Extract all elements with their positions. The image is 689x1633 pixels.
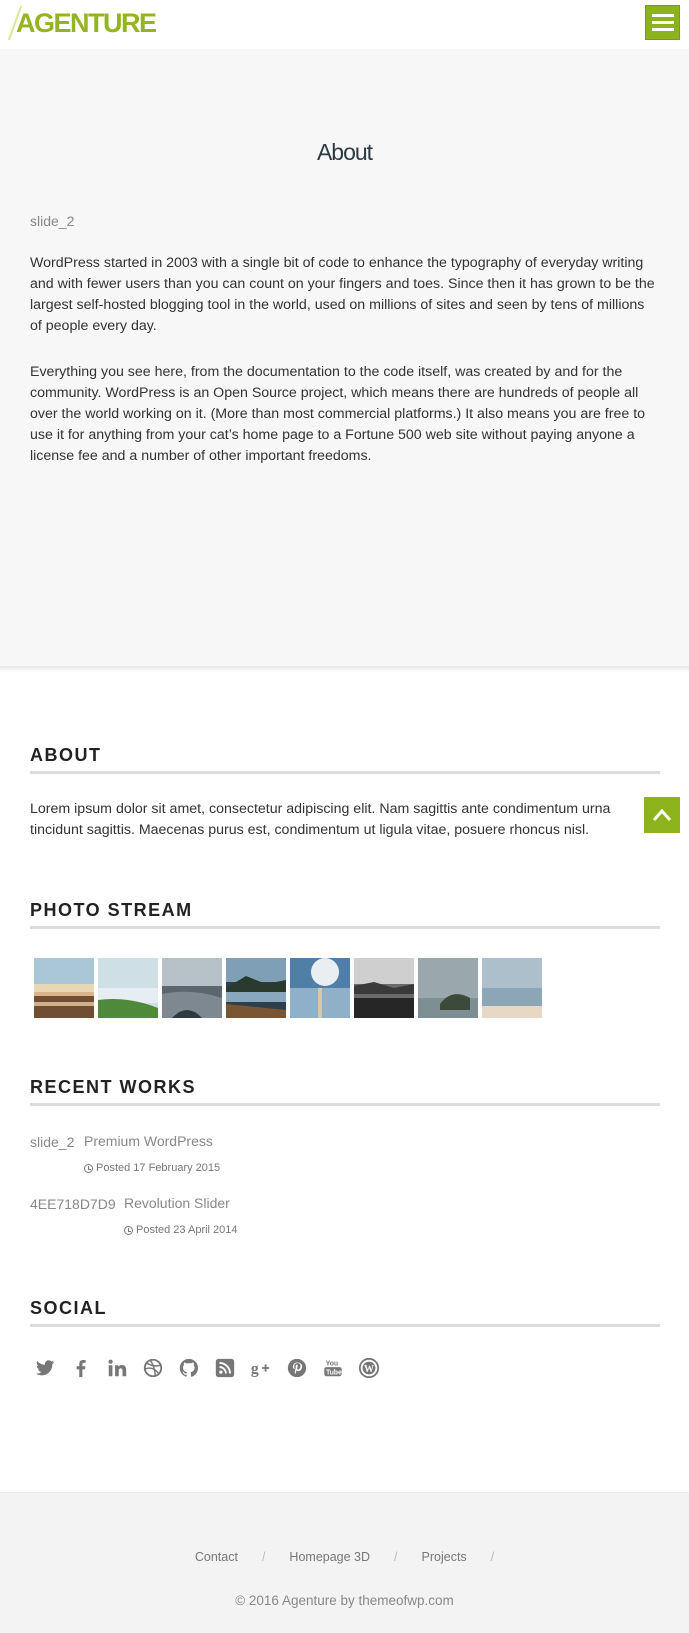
photo-thumbnail[interactable] [226, 958, 286, 1018]
chevron-up-icon [652, 808, 672, 821]
photo-stream-grid [34, 958, 542, 1018]
clock-icon [84, 1163, 93, 1173]
footer-link-projects[interactable]: Projects [422, 1550, 467, 1564]
about-widget-text: Lorem ipsum dolor sit amet, consectetur … [30, 801, 611, 838]
footer-separator: / [394, 1550, 398, 1564]
about-widget-title: ABOUT [30, 745, 660, 774]
github-icon[interactable] [176, 1355, 201, 1380]
social-icons: g You Tube W [32, 1355, 381, 1380]
wordpress-icon[interactable]: W [356, 1355, 381, 1380]
photo-thumbnail[interactable] [418, 958, 478, 1018]
clock-icon [124, 1225, 133, 1235]
photo-thumbnail[interactable] [34, 958, 94, 1018]
site-logo[interactable]: AGENTURE [7, 4, 157, 40]
work-thumbnail-alt: 4EE718D7D9 [30, 1196, 116, 1212]
photo-thumbnail[interactable] [98, 958, 158, 1018]
google-plus-icon[interactable]: g [248, 1355, 273, 1380]
hamburger-menu-button[interactable] [645, 5, 680, 40]
svg-text:Tube: Tube [325, 1369, 341, 1376]
svg-text:W: W [364, 1363, 374, 1374]
work-date: Posted 23 April 2014 [124, 1224, 238, 1236]
svg-text:You: You [325, 1360, 337, 1367]
social-title: SOCIAL [30, 1298, 660, 1327]
footer-separator: / [490, 1550, 495, 1564]
logo-text: AGENTURE [16, 8, 157, 38]
footer-separator: / [261, 1550, 266, 1564]
photo-thumbnail[interactable] [482, 958, 542, 1018]
photo-thumbnail[interactable] [162, 958, 222, 1018]
site-footer: Contact / Homepage 3D / Projects / © 201… [0, 1492, 689, 1633]
work-date: Posted 17 February 2015 [84, 1162, 220, 1174]
dribbble-icon[interactable] [140, 1355, 165, 1380]
photo-thumbnail[interactable] [354, 958, 414, 1018]
hamburger-menu-icon [651, 14, 674, 17]
page-title: About [316, 139, 373, 165]
copyright-text: © 2016 Agenture by themeofwp.com [235, 1593, 454, 1608]
rss-icon[interactable] [212, 1355, 237, 1380]
svg-text:g: g [250, 1360, 258, 1377]
footer-nav: Contact / Homepage 3D / Projects / [0, 1550, 689, 1564]
pinterest-icon[interactable] [284, 1355, 309, 1380]
recent-works-title: RECENT WORKS [30, 1077, 660, 1106]
photo-stream-title: PHOTO STREAM [30, 900, 660, 929]
work-title-link[interactable]: Revolution Slider [124, 1195, 230, 1211]
page-content: About slide_2 WordPress started in 2003 … [0, 49, 689, 666]
work-title-link[interactable]: Premium WordPress [84, 1133, 213, 1149]
site-header: AGENTURE [0, 0, 689, 49]
facebook-icon[interactable] [68, 1355, 93, 1380]
linkedin-icon[interactable] [104, 1355, 129, 1380]
footer-link-homepage-3d[interactable]: Homepage 3D [289, 1550, 370, 1564]
content-paragraph: WordPress started in 2003 with a single … [30, 255, 655, 334]
section-divider-shadow [0, 666, 689, 672]
work-thumbnail-alt: slide_2 [30, 1134, 75, 1150]
youtube-icon[interactable]: You Tube [320, 1355, 345, 1380]
back-to-top-button[interactable] [644, 797, 680, 833]
footer-link-contact[interactable]: Contact [195, 1550, 238, 1564]
featured-image-alt: slide_2 [30, 213, 75, 229]
content-paragraph: Everything you see here, from the docume… [30, 364, 646, 464]
twitter-icon[interactable] [32, 1355, 57, 1380]
photo-thumbnail[interactable] [290, 958, 350, 1018]
